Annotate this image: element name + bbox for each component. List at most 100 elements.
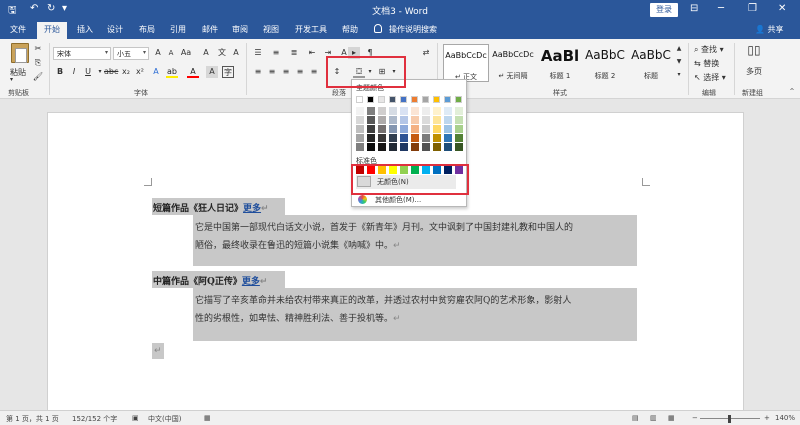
show-formatting-icon[interactable]: ¶ — [364, 47, 376, 59]
zoom-slider-thumb[interactable] — [728, 415, 731, 423]
tab-review[interactable]: 审阅 — [232, 24, 248, 35]
character-shading-icon[interactable]: A — [206, 66, 218, 78]
more-link[interactable]: 更多 — [242, 277, 260, 287]
theme-color-shade-swatch[interactable] — [411, 134, 419, 142]
zoom-out-button[interactable]: − — [692, 414, 698, 422]
theme-color-shade-swatch[interactable] — [411, 143, 419, 151]
tab-help[interactable]: 帮助 — [342, 24, 358, 35]
collapse-ribbon-icon[interactable]: ^ — [786, 86, 798, 98]
standard-color-swatch[interactable] — [400, 166, 408, 174]
theme-color-shade-swatch[interactable] — [367, 143, 375, 151]
enclose-characters-icon[interactable]: A — [230, 47, 242, 59]
zoom-level[interactable]: 140% — [775, 414, 795, 422]
multiple-pages-icon[interactable]: ▯▯ — [745, 44, 763, 60]
standard-color-swatch[interactable] — [389, 166, 397, 174]
theme-color-shade-swatch[interactable] — [356, 125, 364, 133]
style-title[interactable]: AaBbC 标题 — [628, 44, 674, 82]
theme-color-swatch[interactable] — [444, 96, 451, 103]
theme-color-shade-swatch[interactable] — [433, 125, 441, 133]
theme-color-shade-swatch[interactable] — [400, 116, 408, 124]
styles-scroll-down-icon[interactable]: ▼ — [673, 56, 685, 68]
align-center-icon[interactable]: ≡ — [266, 66, 278, 78]
underline-button[interactable]: U — [82, 66, 94, 78]
styles-more-icon[interactable]: ▾ — [673, 69, 685, 81]
subscript-icon[interactable]: x₂ — [120, 66, 132, 78]
bullets-icon[interactable]: ☰ — [252, 47, 264, 59]
tab-layout[interactable]: 布局 — [139, 24, 155, 35]
share-button[interactable]: 👤 共享 — [755, 24, 784, 35]
decrease-indent-icon[interactable]: ⇤ — [306, 47, 318, 59]
theme-color-shade-swatch[interactable] — [367, 116, 375, 124]
theme-color-shade-swatch[interactable] — [455, 143, 463, 151]
standard-color-swatch[interactable] — [411, 166, 419, 174]
theme-color-shade-swatch[interactable] — [400, 134, 408, 142]
standard-color-swatch[interactable] — [367, 166, 375, 174]
phonetic-guide-icon[interactable]: 文 — [216, 47, 228, 59]
theme-color-shade-swatch[interactable] — [356, 134, 364, 142]
web-layout-icon[interactable]: ▦ — [668, 414, 675, 422]
tab-references[interactable]: 引用 — [170, 24, 186, 35]
multiple-pages-button[interactable]: 多页 — [746, 66, 762, 77]
theme-color-swatch[interactable] — [367, 96, 374, 103]
font-color-icon[interactable]: A — [187, 66, 199, 78]
find-button[interactable]: ⌕ 查找 ▾ — [694, 44, 724, 55]
theme-color-shade-swatch[interactable] — [356, 143, 364, 151]
proofing-icon[interactable]: ▣ — [132, 414, 139, 422]
standard-color-swatch[interactable] — [422, 166, 430, 174]
superscript-icon[interactable]: x² — [134, 66, 146, 78]
shading-dropdown-icon[interactable]: ▾ — [364, 66, 376, 78]
style-no-spacing[interactable]: AaBbCcDc ↵ 无间隔 — [490, 44, 536, 82]
theme-color-shade-swatch[interactable] — [444, 125, 452, 133]
theme-color-shade-swatch[interactable] — [433, 143, 441, 151]
theme-color-shade-swatch[interactable] — [367, 125, 375, 133]
font-size-combo[interactable]: 小五 ▾ — [113, 47, 149, 60]
bold-button[interactable]: B — [54, 66, 66, 78]
page-count[interactable]: 第 1 页，共 1 页 — [6, 414, 59, 424]
tab-view[interactable]: 视图 — [263, 24, 279, 35]
borders-dropdown-icon[interactable]: ▾ — [388, 66, 400, 78]
theme-color-shade-swatch[interactable] — [378, 125, 386, 133]
theme-color-swatch[interactable] — [411, 96, 418, 103]
theme-color-shade-swatch[interactable] — [411, 125, 419, 133]
close-icon[interactable]: ✕ — [778, 3, 786, 14]
theme-color-shade-swatch[interactable] — [400, 143, 408, 151]
standard-color-swatch[interactable] — [433, 166, 441, 174]
theme-color-shade-swatch[interactable] — [444, 143, 452, 151]
tab-design[interactable]: 设计 — [107, 24, 123, 35]
text-direction-icon[interactable]: ⇄ — [420, 47, 432, 59]
shrink-font-icon[interactable]: A — [165, 47, 177, 59]
distributed-icon[interactable]: ≡ — [308, 66, 320, 78]
theme-color-shade-swatch[interactable] — [455, 134, 463, 142]
no-color-option[interactable]: 无颜色(N) — [356, 175, 456, 189]
theme-color-shade-swatch[interactable] — [356, 107, 364, 115]
replace-button[interactable]: ⇆ 替换 — [694, 58, 719, 69]
change-case-icon[interactable]: Aa — [180, 47, 192, 59]
restore-icon[interactable]: ❐ — [748, 3, 757, 14]
align-right-icon[interactable]: ≡ — [280, 66, 292, 78]
theme-color-shade-swatch[interactable] — [378, 134, 386, 142]
login-button[interactable]: 登录 — [650, 3, 678, 17]
theme-color-shade-swatch[interactable] — [422, 107, 430, 115]
tab-home[interactable]: 开始 — [37, 22, 67, 39]
tab-mailings[interactable]: 邮件 — [202, 24, 218, 35]
theme-color-swatch[interactable] — [389, 96, 396, 103]
theme-color-shade-swatch[interactable] — [378, 116, 386, 124]
theme-color-shade-swatch[interactable] — [389, 134, 397, 142]
theme-color-shade-swatch[interactable] — [422, 143, 430, 151]
grow-font-icon[interactable]: A — [152, 47, 164, 59]
standard-color-swatch[interactable] — [356, 166, 364, 174]
font-name-combo[interactable]: 宋体 ▾ — [53, 47, 111, 60]
tab-file[interactable]: 文件 — [10, 24, 26, 35]
theme-color-shade-swatch[interactable] — [433, 134, 441, 142]
select-button[interactable]: ↖ 选择 ▾ — [694, 72, 726, 83]
paste-dropdown-icon[interactable]: ▾ — [10, 76, 13, 83]
sort-icon[interactable]: ▸ — [348, 47, 360, 59]
theme-color-shade-swatch[interactable] — [433, 116, 441, 124]
line-spacing-icon[interactable]: ↕ — [331, 66, 343, 78]
theme-color-swatch[interactable] — [378, 96, 385, 103]
borders-icon[interactable]: ⊞ — [376, 66, 388, 78]
theme-color-shade-swatch[interactable] — [367, 107, 375, 115]
theme-color-shade-swatch[interactable] — [411, 116, 419, 124]
language-indicator[interactable]: 中文(中国) — [148, 414, 181, 424]
theme-color-shade-swatch[interactable] — [378, 143, 386, 151]
